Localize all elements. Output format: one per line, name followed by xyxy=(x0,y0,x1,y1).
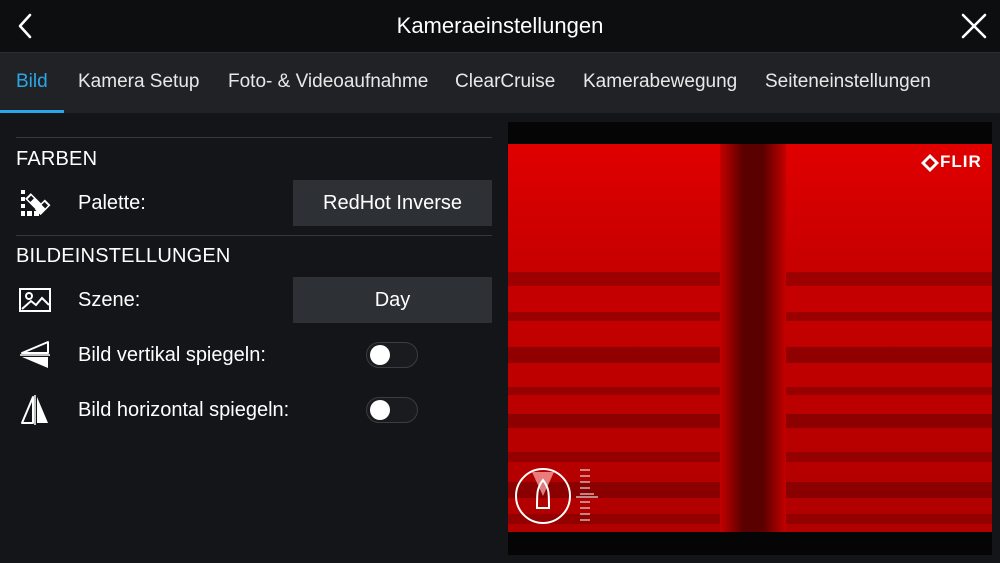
tab-label: Bild xyxy=(16,71,48,92)
tab-label: Seiteneinstellungen xyxy=(765,71,931,92)
tab-kamerabewegung[interactable]: Kamerabewegung xyxy=(583,53,737,113)
tab-bild[interactable]: Bild xyxy=(0,53,64,113)
tab-seiteneinstellungen[interactable]: Seiteneinstellungen xyxy=(765,53,931,113)
flir-logo: FLIR xyxy=(920,152,988,174)
page-title: Kameraeinstellungen xyxy=(396,13,604,38)
flip-horizontal-label: Bild horizontal spiegeln: xyxy=(78,399,290,421)
close-button[interactable] xyxy=(960,12,988,40)
flip-vertical-icon xyxy=(18,338,52,372)
tab-label: ClearCruise xyxy=(455,71,556,92)
divider xyxy=(16,235,492,236)
section-title-farben: FARBEN xyxy=(16,148,98,170)
image-icon xyxy=(18,283,52,317)
title-bar: Kameraeinstellungen xyxy=(0,0,1000,53)
camera-preview: FLIR xyxy=(508,122,992,555)
tab-kamera-setup[interactable]: Kamera Setup xyxy=(78,53,199,113)
flip-vertical-label: Bild vertikal spiegeln: xyxy=(78,344,266,366)
tab-bar: Bild Kamera Setup Foto- & Videoaufnahme … xyxy=(0,53,1000,113)
tab-foto-videoaufnahme[interactable]: Foto- & Videoaufnahme xyxy=(228,53,428,113)
flip-horizontal-toggle[interactable] xyxy=(366,397,418,423)
flip-vertical-toggle[interactable] xyxy=(366,342,418,368)
divider xyxy=(16,137,492,138)
scene-value: Day xyxy=(374,289,411,311)
scene-label: Szene: xyxy=(78,289,141,311)
palette-value: RedHot Inverse xyxy=(323,192,462,214)
flir-brand-text: FLIR xyxy=(940,152,982,171)
scene-select-button[interactable]: Day xyxy=(293,277,492,323)
palette-select-button[interactable]: RedHot Inverse xyxy=(293,180,492,226)
tab-label: Foto- & Videoaufnahme xyxy=(228,71,429,92)
thermal-image xyxy=(508,122,992,555)
flip-horizontal-icon xyxy=(18,393,52,427)
flir-diamond-icon xyxy=(921,154,939,172)
palette-label: Palette: xyxy=(78,192,146,214)
palette-icon xyxy=(18,186,52,220)
toggle-knob xyxy=(370,400,390,420)
section-title-bildeinstellungen: BILDEINSTELLUNGEN xyxy=(16,245,231,267)
tab-label: Kamera Setup xyxy=(78,71,200,92)
settings-panel: FARBEN Palette: RedHot Inverse BILDEINST… xyxy=(0,113,508,563)
toggle-knob xyxy=(370,345,390,365)
tab-clearcruise[interactable]: ClearCruise xyxy=(455,53,555,113)
close-icon xyxy=(961,13,987,39)
tab-label: Kamerabewegung xyxy=(583,71,738,92)
